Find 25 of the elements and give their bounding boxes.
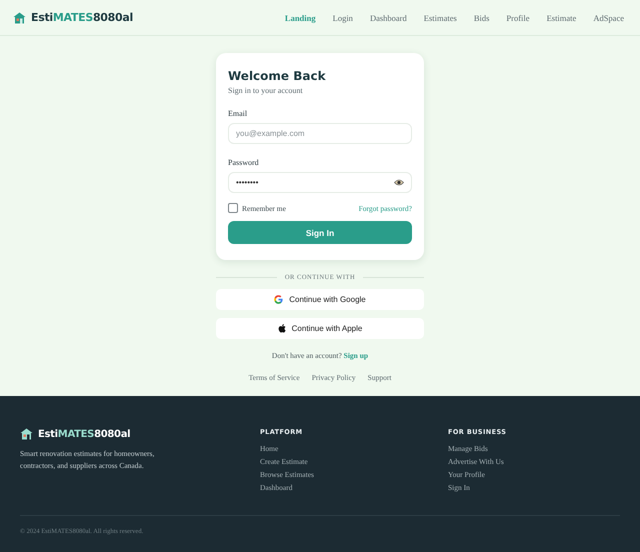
logo-text: EstiMATES8080al (31, 11, 133, 24)
nav-link[interactable]: Profile (506, 12, 530, 22)
logo-text: EstiMATES8080al (38, 428, 130, 440)
nav-link[interactable]: Estimates (424, 12, 457, 22)
nav-link[interactable]: Dashboard (370, 12, 407, 22)
checkbox[interactable] (228, 203, 238, 213)
eye-icon[interactable] (394, 179, 404, 186)
nav-link[interactable]: Estimate (546, 12, 576, 22)
house-icon (20, 428, 33, 440)
card-title: Welcome Back (228, 69, 327, 83)
google-icon (274, 295, 284, 304)
password-field[interactable]: •••••••• (228, 172, 412, 193)
sign-in-button[interactable]: Sign In (228, 221, 412, 244)
nav-link[interactable]: Login (332, 12, 353, 22)
email-field[interactable]: you@example.com (228, 123, 412, 144)
nav-link[interactable]: Landing (284, 12, 316, 22)
apple-sign-in-button[interactable]: Continue with Apple (216, 318, 424, 339)
google-sign-in-button[interactable]: Continue with Google (216, 289, 424, 310)
nav-link[interactable]: AdSpace (593, 12, 624, 22)
field-label: Email (228, 109, 248, 118)
apple-icon (278, 324, 286, 333)
field-label: Password (228, 158, 260, 167)
house-icon (13, 12, 26, 24)
card-subtitle: Sign in to your account (228, 86, 304, 95)
nav-link[interactable]: Bids (474, 12, 490, 22)
